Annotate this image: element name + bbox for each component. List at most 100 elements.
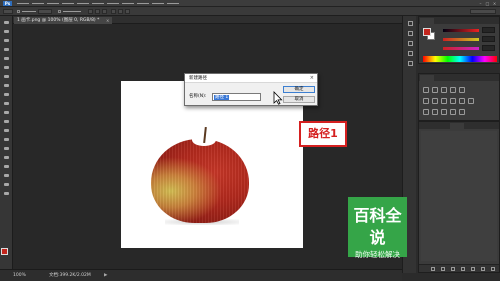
green-value[interactable]	[482, 36, 495, 42]
dialog-close-icon[interactable]: ×	[310, 74, 314, 83]
load-selection-icon[interactable]	[451, 267, 455, 271]
tab-paths[interactable]	[450, 123, 464, 129]
quick-select-tool-icon[interactable]	[2, 46, 11, 53]
color-swatches[interactable]	[1, 248, 11, 258]
menu-item-type[interactable]	[77, 1, 89, 6]
channel-mixer-icon[interactable]	[459, 98, 465, 104]
image-canvas[interactable]	[121, 81, 303, 248]
selective-color-icon[interactable]	[459, 109, 465, 115]
history-brush-tool-icon[interactable]	[2, 100, 11, 107]
green-slider[interactable]	[438, 36, 496, 43]
color-balance-icon[interactable]	[432, 98, 438, 104]
red-slider[interactable]	[438, 27, 496, 34]
menu-item-window[interactable]	[152, 1, 164, 6]
pen-tool-icon[interactable]	[2, 145, 11, 152]
document-tab[interactable]: 1 画卡.png @ 100% (图层 0, RGB/8) * ×	[14, 17, 112, 24]
red-value[interactable]	[482, 27, 495, 33]
foreground-color-swatch[interactable]	[1, 248, 8, 255]
photo-filter-icon[interactable]	[450, 98, 456, 104]
crop-tool-icon[interactable]	[2, 55, 11, 62]
ok-button[interactable]: 确定	[283, 86, 315, 93]
blur-tool-icon[interactable]	[2, 127, 11, 134]
gradient-map-icon[interactable]	[450, 109, 456, 115]
text-tool-icon[interactable]	[2, 154, 11, 161]
minimize-icon[interactable]: –	[478, 1, 483, 6]
marquee-tool-icon[interactable]	[2, 28, 11, 35]
menu-item-layer[interactable]	[62, 1, 74, 6]
align-top-icon[interactable]	[88, 9, 93, 14]
hand-tool-icon[interactable]	[2, 181, 11, 188]
move-tool-icon[interactable]	[2, 19, 11, 26]
tab-color[interactable]	[420, 18, 434, 24]
hue-saturation-icon[interactable]	[423, 98, 429, 104]
make-path-icon[interactable]	[461, 267, 465, 271]
show-transform-checkbox[interactable]	[58, 10, 61, 13]
menu-item-view[interactable]	[137, 1, 149, 6]
delete-path-icon[interactable]	[491, 267, 495, 271]
tab-layers[interactable]	[420, 123, 434, 129]
tab-styles[interactable]	[435, 75, 449, 81]
levels-icon[interactable]	[432, 87, 438, 93]
paths-list[interactable]	[421, 131, 497, 261]
brightness-icon[interactable]	[423, 87, 429, 93]
color-lookup-icon[interactable]	[468, 98, 474, 104]
tab-adjustments[interactable]	[420, 75, 434, 81]
workspace-switcher[interactable]	[470, 9, 496, 14]
properties-panel-icon[interactable]	[406, 30, 414, 37]
tool-preset-picker[interactable]	[3, 9, 13, 14]
character-panel-icon[interactable]	[406, 40, 414, 47]
tab-channels[interactable]	[435, 123, 449, 129]
blue-track[interactable]	[443, 47, 479, 50]
curves-icon[interactable]	[441, 87, 447, 93]
zoom-level[interactable]: 100%	[13, 271, 26, 280]
brush-tool-icon[interactable]	[2, 82, 11, 89]
green-track[interactable]	[443, 38, 479, 41]
healing-brush-tool-icon[interactable]	[2, 73, 11, 80]
path-name-input[interactable]: 路径 1	[212, 93, 261, 101]
vibrance-icon[interactable]	[459, 87, 465, 93]
menu-item-edit[interactable]	[32, 1, 44, 6]
color-spectrum[interactable]	[423, 56, 497, 62]
menu-item-help[interactable]	[167, 1, 179, 6]
eraser-tool-icon[interactable]	[2, 109, 11, 116]
auto-select-checkbox[interactable]	[17, 10, 20, 13]
menu-item-image[interactable]	[47, 1, 59, 6]
blue-slider[interactable]	[438, 45, 496, 52]
align-center-icon[interactable]	[118, 9, 123, 14]
paragraph-panel-icon[interactable]	[406, 50, 414, 57]
auto-select-dropdown[interactable]	[38, 9, 52, 14]
dodge-tool-icon[interactable]	[2, 136, 11, 143]
panel-foreground-swatch[interactable]	[423, 28, 431, 36]
menu-item-3d[interactable]	[122, 1, 134, 6]
threshold-icon[interactable]	[441, 109, 447, 115]
shape-tool-icon[interactable]	[2, 172, 11, 179]
red-track[interactable]	[443, 29, 479, 32]
blue-value[interactable]	[482, 45, 495, 51]
align-left-icon[interactable]	[111, 9, 116, 14]
brush-panel-icon[interactable]	[406, 60, 414, 67]
menu-item-file[interactable]	[17, 1, 29, 6]
cancel-button[interactable]: 取消	[283, 96, 315, 103]
tab-swatches[interactable]	[435, 18, 449, 24]
close-window-icon[interactable]: ×	[492, 1, 497, 6]
zoom-tool-icon[interactable]	[2, 190, 11, 197]
path-select-tool-icon[interactable]	[2, 163, 11, 170]
lasso-tool-icon[interactable]	[2, 37, 11, 44]
maximize-icon[interactable]: □	[485, 1, 490, 6]
menu-item-filter[interactable]	[107, 1, 119, 6]
stroke-path-icon[interactable]	[441, 267, 445, 271]
history-panel-icon[interactable]	[406, 20, 414, 27]
gradient-tool-icon[interactable]	[2, 118, 11, 125]
new-path-icon[interactable]	[481, 267, 485, 271]
invert-icon[interactable]	[423, 109, 429, 115]
fill-path-icon[interactable]	[431, 267, 435, 271]
posterize-icon[interactable]	[432, 109, 438, 115]
black-white-icon[interactable]	[441, 98, 447, 104]
menu-item-select[interactable]	[92, 1, 104, 6]
exposure-icon[interactable]	[450, 87, 456, 93]
align-right-icon[interactable]	[125, 9, 130, 14]
align-middle-icon[interactable]	[95, 9, 100, 14]
clone-stamp-tool-icon[interactable]	[2, 91, 11, 98]
eyedropper-tool-icon[interactable]	[2, 64, 11, 71]
status-menu-arrow-icon[interactable]: ▶	[104, 271, 107, 280]
